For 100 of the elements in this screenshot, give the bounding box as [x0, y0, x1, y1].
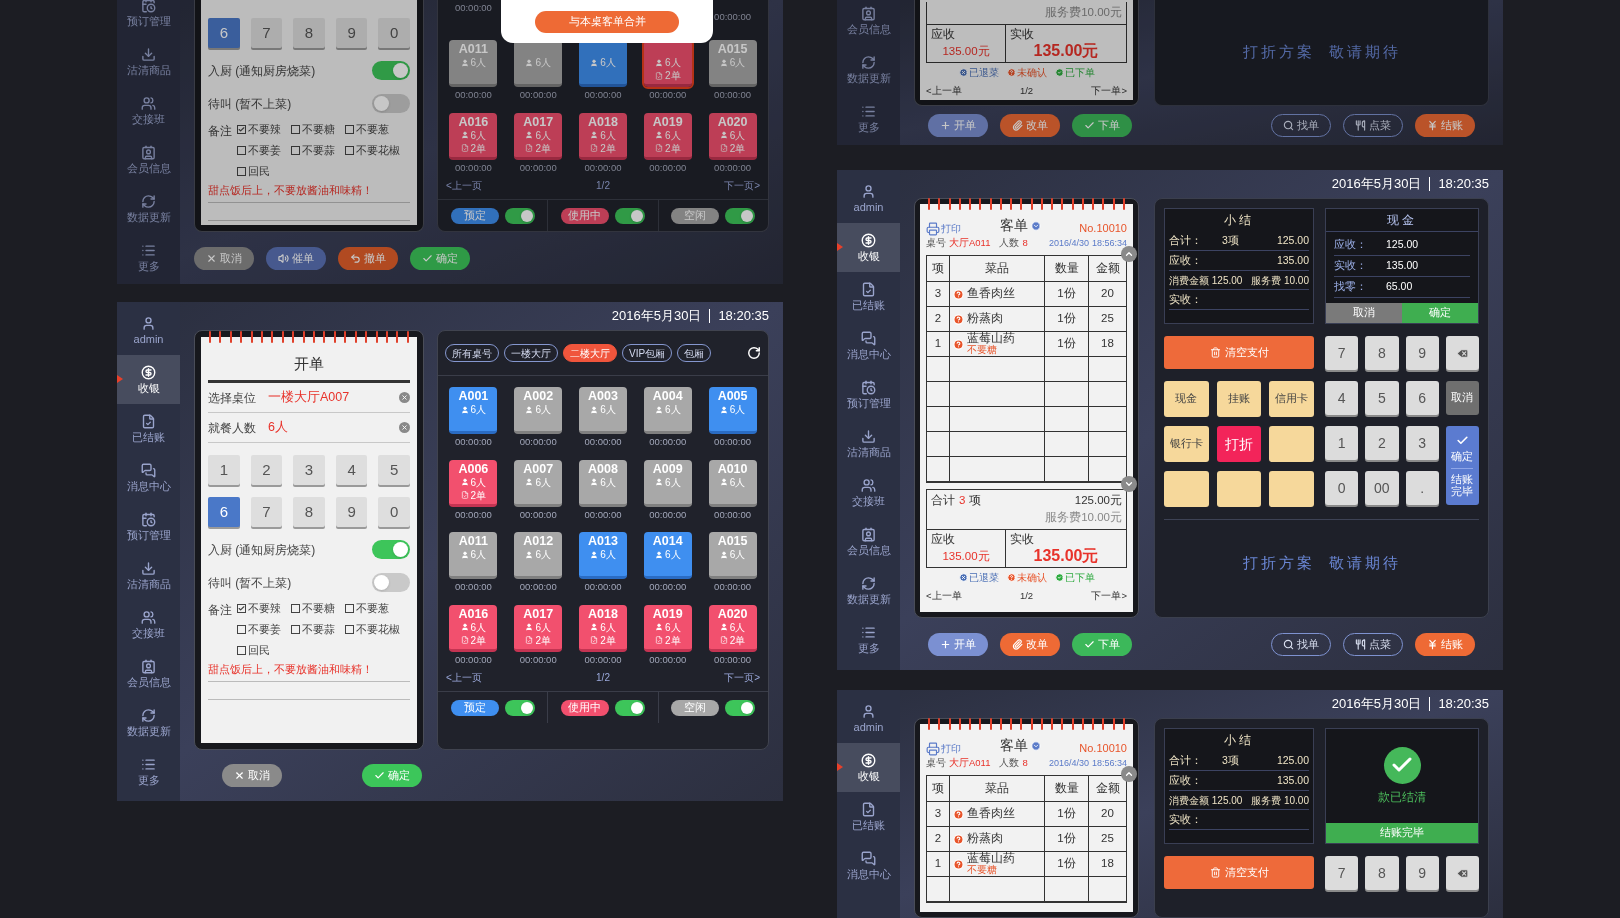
action-button[interactable]: 下单: [1072, 114, 1132, 137]
table-tile[interactable]: A019 6人 2单: [643, 112, 692, 160]
table-tile[interactable]: A006 6人 2单: [449, 459, 498, 507]
status-filter[interactable]: 使用中: [561, 207, 609, 224]
prev-order-link[interactable]: <上一单: [926, 588, 962, 603]
keypad-key[interactable]: 2: [250, 455, 283, 485]
numpad-key[interactable]: 1: [1325, 426, 1359, 460]
checkbox[interactable]: [237, 125, 246, 135]
confirm-key[interactable]: 确定 结账完毕: [1445, 426, 1479, 505]
next-page-link[interactable]: 下一页>: [724, 670, 760, 685]
sidebar-item[interactable]: 预订管理: [837, 370, 900, 419]
checkbox[interactable]: [291, 146, 300, 156]
action-button[interactable]: 改单: [1000, 632, 1060, 656]
sidebar-item[interactable]: 预订管理: [117, 502, 180, 551]
cancel-key[interactable]: 取消: [1445, 381, 1479, 415]
area-tab[interactable]: 二楼大厅: [563, 344, 617, 362]
keypad-key[interactable]: 4: [335, 455, 368, 485]
keypad-key[interactable]: 6: [208, 497, 240, 527]
sidebar-item[interactable]: 沽清商品: [117, 551, 180, 600]
scroll-up-button[interactable]: [1121, 246, 1137, 262]
backspace-key[interactable]: [1445, 856, 1479, 890]
table-tile[interactable]: A017 6人 2单: [514, 112, 563, 160]
checkbox[interactable]: [345, 125, 354, 135]
table-tile[interactable]: A003 6人: [579, 387, 627, 434]
action-button[interactable]: 结账: [1415, 114, 1475, 137]
sidebar-item[interactable]: 消息中心: [117, 453, 180, 502]
sidebar-item[interactable]: 收银: [837, 743, 900, 792]
sidebar-item[interactable]: 消息中心: [837, 841, 900, 890]
merge-button[interactable]: 与本桌客单合并: [535, 10, 679, 33]
table-tile[interactable]: A008 6人: [579, 459, 627, 507]
status-filter[interactable]: 空闲: [671, 207, 720, 224]
numpad-key[interactable]: 9: [1405, 336, 1439, 370]
sidebar-item[interactable]: 交接班: [117, 600, 180, 649]
toggle-switch[interactable]: [504, 699, 535, 716]
table-tile[interactable]: A013 6人: [579, 532, 627, 579]
sidebar-item[interactable]: 更多: [837, 615, 900, 664]
keypad-key[interactable]: 9: [335, 18, 368, 48]
keypad-key[interactable]: 6: [208, 18, 240, 48]
keypad-key[interactable]: 5: [378, 455, 410, 485]
keypad-key[interactable]: 1: [208, 455, 240, 485]
sidebar-item[interactable]: 交接班: [117, 86, 180, 135]
scroll-up-button[interactable]: [1121, 766, 1137, 782]
sidebar-item[interactable]: 会员信息: [837, 0, 900, 45]
prev-page-link[interactable]: <上一页: [446, 178, 482, 193]
clear-button[interactable]: [399, 422, 410, 433]
payment-method-key[interactable]: 挂账: [1216, 381, 1262, 417]
numpad-key[interactable]: 8: [1365, 856, 1399, 890]
clear-button[interactable]: [399, 392, 410, 403]
sidebar-item[interactable]: 更多: [837, 94, 900, 143]
table-tile[interactable]: A011 6人: [449, 40, 498, 87]
sidebar-item[interactable]: 收银: [117, 355, 180, 404]
checkbox[interactable]: [345, 146, 354, 156]
payment-method-key[interactable]: 现金: [1164, 381, 1209, 417]
table-tile[interactable]: A020 6人 2单: [708, 112, 757, 160]
numpad-key[interactable]: 8: [1365, 336, 1399, 370]
status-filter[interactable]: 使用中: [561, 699, 609, 716]
payment-method-key[interactable]: 打折: [1216, 426, 1262, 462]
table-tile[interactable]: A012 6人: [514, 532, 563, 579]
dropdown-icon[interactable]: [1030, 740, 1041, 751]
dropdown-icon[interactable]: [1030, 220, 1041, 231]
numpad-key[interactable]: 7: [1325, 856, 1359, 890]
checkbox[interactable]: [237, 625, 246, 635]
table-tile[interactable]: A011 6人: [449, 532, 498, 579]
sidebar-item[interactable]: 已结账: [837, 792, 900, 841]
toggle-switch[interactable]: [372, 573, 410, 592]
table-tile[interactable]: A015 6人: [708, 532, 757, 579]
toggle-switch[interactable]: [615, 699, 645, 716]
numpad-key[interactable]: 6: [1405, 381, 1439, 415]
checkbox[interactable]: [291, 125, 300, 135]
scroll-down-button[interactable]: [1121, 476, 1137, 492]
checkbox[interactable]: [291, 604, 300, 614]
action-button[interactable]: 取消: [194, 246, 254, 270]
keypad-key[interactable]: 7: [250, 497, 283, 527]
sidebar-item[interactable]: 已结账: [837, 272, 900, 321]
table-tile[interactable]: A004 6人: [643, 387, 692, 434]
sidebar-item[interactable]: 数据更新: [117, 698, 180, 747]
sidebar-item[interactable]: 会员信息: [117, 649, 180, 698]
table-tile[interactable]: A017 6人 2单: [514, 604, 563, 652]
toggle-switch[interactable]: [725, 207, 756, 224]
checkbox[interactable]: [345, 625, 354, 635]
keypad-key[interactable]: 8: [293, 18, 325, 48]
confirm-button[interactable]: 确定: [1402, 303, 1478, 323]
table-tile[interactable]: A019 6人 2单: [643, 604, 692, 652]
table-tile[interactable]: A009 6人: [643, 459, 692, 507]
action-button[interactable]: 开单: [928, 114, 988, 137]
numpad-key[interactable]: .: [1405, 471, 1439, 505]
checkbox[interactable]: [291, 625, 300, 635]
sidebar-item[interactable]: 数据更新: [117, 184, 180, 233]
sidebar-item[interactable]: 交接班: [837, 468, 900, 517]
action-button[interactable]: 撤单: [338, 246, 398, 270]
sidebar-item[interactable]: 数据更新: [837, 566, 900, 615]
keypad-key[interactable]: 3: [293, 455, 325, 485]
table-tile[interactable]: A016 6人 2单: [449, 604, 498, 652]
numpad-key[interactable]: 3: [1405, 426, 1439, 460]
next-page-link[interactable]: 下一页>: [724, 178, 760, 193]
sidebar-item[interactable]: 沽清商品: [837, 419, 900, 468]
action-button[interactable]: 开单: [928, 632, 988, 656]
sidebar-item[interactable]: 沽清商品: [117, 37, 180, 86]
keypad-key[interactable]: 0: [378, 497, 410, 527]
toggle-switch[interactable]: [504, 207, 535, 224]
